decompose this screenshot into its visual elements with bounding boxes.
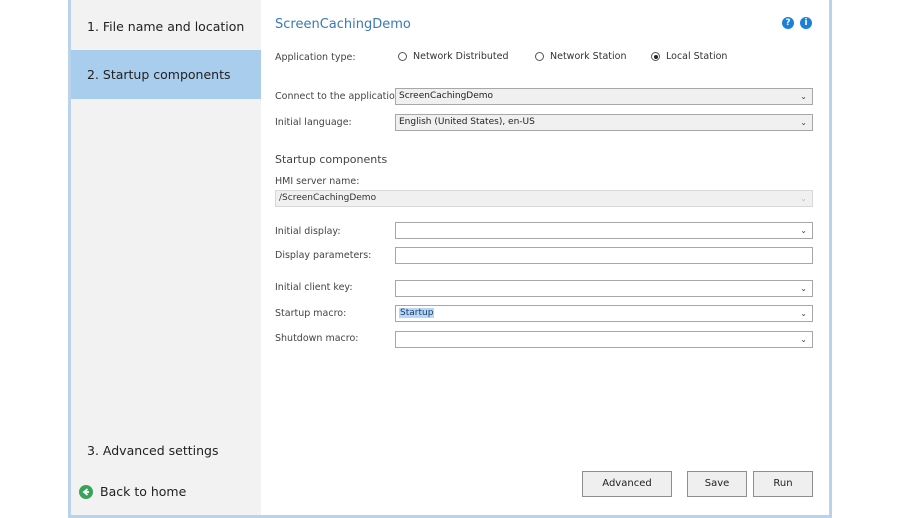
startup-macro-select[interactable]: Startup ⌄: [395, 305, 813, 322]
radio-network-station[interactable]: Network Station: [535, 51, 626, 62]
initial-language-label: Initial language:: [275, 117, 352, 128]
step-advanced-settings[interactable]: 3. Advanced settings: [71, 426, 261, 475]
connect-value: ScreenCachingDemo: [399, 91, 494, 101]
connect-label: Connect to the application: [275, 91, 401, 102]
step-file-name-and-location[interactable]: 1. File name and location: [71, 2, 261, 51]
radio-dot: [398, 52, 407, 61]
dialog-frame: 1. File name and location 2. Startup com…: [68, 0, 832, 518]
main-panel: ScreenCachingDemo ? i Application type: …: [261, 0, 829, 515]
startup-macro-label: Startup macro:: [275, 308, 347, 319]
run-button[interactable]: Run: [753, 471, 813, 497]
shutdown-macro-select[interactable]: ⌄: [395, 331, 813, 348]
chevron-down-icon: ⌄: [800, 309, 807, 318]
chevron-down-icon: ⌄: [800, 226, 807, 235]
display-parameters-label: Display parameters:: [275, 250, 372, 261]
initial-client-key-label: Initial client key:: [275, 282, 353, 293]
chevron-down-icon: ⌄: [800, 194, 807, 203]
radio-dot: [535, 52, 544, 61]
hmi-server-label: HMI server name:: [275, 176, 360, 187]
sidebar: 1. File name and location 2. Startup com…: [71, 0, 261, 515]
chevron-down-icon: ⌄: [800, 335, 807, 344]
startup-macro-value: Startup: [399, 308, 435, 318]
chevron-down-icon: ⌄: [800, 92, 807, 101]
initial-display-select[interactable]: ⌄: [395, 222, 813, 239]
initial-client-key-select[interactable]: ⌄: [395, 280, 813, 297]
radio-dot-selected: [651, 52, 660, 61]
initial-language-select[interactable]: English (United States), en-US ⌄: [395, 114, 813, 131]
section-title: Startup components: [275, 153, 388, 166]
language-value: English (United States), en-US: [399, 117, 535, 127]
hmi-server-select: /ScreenCachingDemo ⌄: [275, 190, 813, 207]
radio-local-station[interactable]: Local Station: [651, 51, 727, 62]
shutdown-macro-label: Shutdown macro:: [275, 333, 359, 344]
chevron-down-icon: ⌄: [800, 284, 807, 293]
radio-network-distributed[interactable]: Network Distributed: [398, 51, 509, 62]
back-to-home-link[interactable]: Back to home: [79, 484, 186, 499]
help-icon[interactable]: ?: [782, 17, 794, 29]
step-label: 2. Startup components: [87, 67, 231, 82]
hmi-server-value: /ScreenCachingDemo: [279, 193, 377, 203]
advanced-button[interactable]: Advanced: [582, 471, 672, 497]
radio-label: Network Distributed: [413, 51, 509, 62]
arrow-left-circle-icon: [79, 484, 93, 499]
display-parameters-input[interactable]: [395, 247, 813, 264]
page-title: ScreenCachingDemo: [275, 17, 411, 32]
application-type-label: Application type:: [275, 52, 356, 63]
radio-label: Local Station: [666, 51, 728, 62]
chevron-down-icon: ⌄: [800, 118, 807, 127]
save-button[interactable]: Save: [687, 471, 747, 497]
connect-application-select[interactable]: ScreenCachingDemo ⌄: [395, 88, 813, 105]
back-label: Back to home: [100, 484, 187, 499]
step-startup-components[interactable]: 2. Startup components: [71, 50, 261, 99]
info-icon[interactable]: i: [800, 17, 812, 29]
initial-display-label: Initial display:: [275, 226, 341, 237]
step-label: 3. Advanced settings: [87, 443, 219, 458]
step-label: 1. File name and location: [87, 19, 245, 34]
radio-label: Network Station: [550, 51, 627, 62]
